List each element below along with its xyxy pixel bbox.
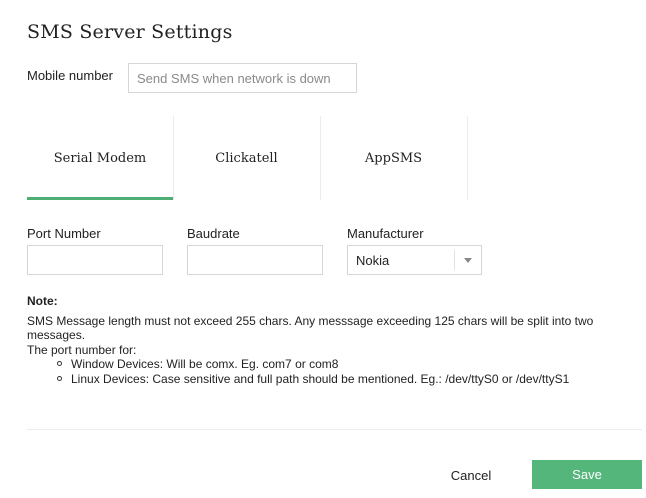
manufacturer-selected-value: Nokia	[356, 253, 390, 268]
circle-bullet-icon	[57, 361, 62, 366]
mobile-number-input[interactable]	[128, 63, 357, 93]
note-bullet-text: Window Devices: Will be comx. Eg. com7 o…	[71, 357, 339, 371]
tab-appsms-label: AppSMS	[364, 150, 423, 166]
manufacturer-label: Manufacturer	[347, 226, 424, 241]
sms-provider-tabs: Serial Modem Clickatell AppSMS	[27, 116, 468, 200]
port-number-input[interactable]	[27, 245, 163, 275]
tab-divider	[467, 116, 468, 200]
baudrate-input[interactable]	[187, 245, 323, 275]
manufacturer-select[interactable]: Nokia	[347, 245, 482, 275]
select-divider	[454, 250, 455, 270]
save-button[interactable]: Save	[532, 460, 642, 489]
footer-divider	[27, 429, 642, 430]
list-item: Linux Devices: Case sensitive and full p…	[57, 371, 627, 387]
list-item: Window Devices: Will be comx. Eg. com7 o…	[57, 357, 627, 372]
tab-serial-modem[interactable]: Serial Modem	[27, 116, 173, 200]
tab-clickatell[interactable]: Clickatell	[173, 116, 320, 200]
tab-serial-modem-label: Serial Modem	[53, 150, 147, 166]
chevron-down-icon[interactable]	[464, 258, 472, 263]
port-number-label: Port Number	[27, 226, 101, 241]
baudrate-label: Baudrate	[187, 226, 240, 241]
note-bullet-text: Linux Devices: Case sensitive and full p…	[71, 371, 570, 386]
page-title: SMS Server Settings	[27, 21, 233, 43]
tab-appsms[interactable]: AppSMS	[320, 116, 467, 200]
note-section: Note: SMS Message length must not exceed…	[27, 294, 627, 386]
cancel-button[interactable]: Cancel	[442, 461, 500, 489]
tab-divider	[173, 116, 174, 200]
tab-clickatell-label: Clickatell	[215, 150, 278, 166]
note-port-list: Window Devices: Will be comx. Eg. com7 o…	[27, 357, 627, 386]
note-message-length: SMS Message length must not exceed 255 c…	[27, 313, 594, 343]
circle-bullet-icon	[57, 375, 62, 381]
active-tab-indicator	[27, 197, 173, 200]
tab-divider	[320, 116, 321, 200]
mobile-number-label: Mobile number	[27, 68, 113, 83]
note-title: Note:	[27, 294, 58, 308]
note-port-intro: The port number for:	[27, 342, 137, 357]
